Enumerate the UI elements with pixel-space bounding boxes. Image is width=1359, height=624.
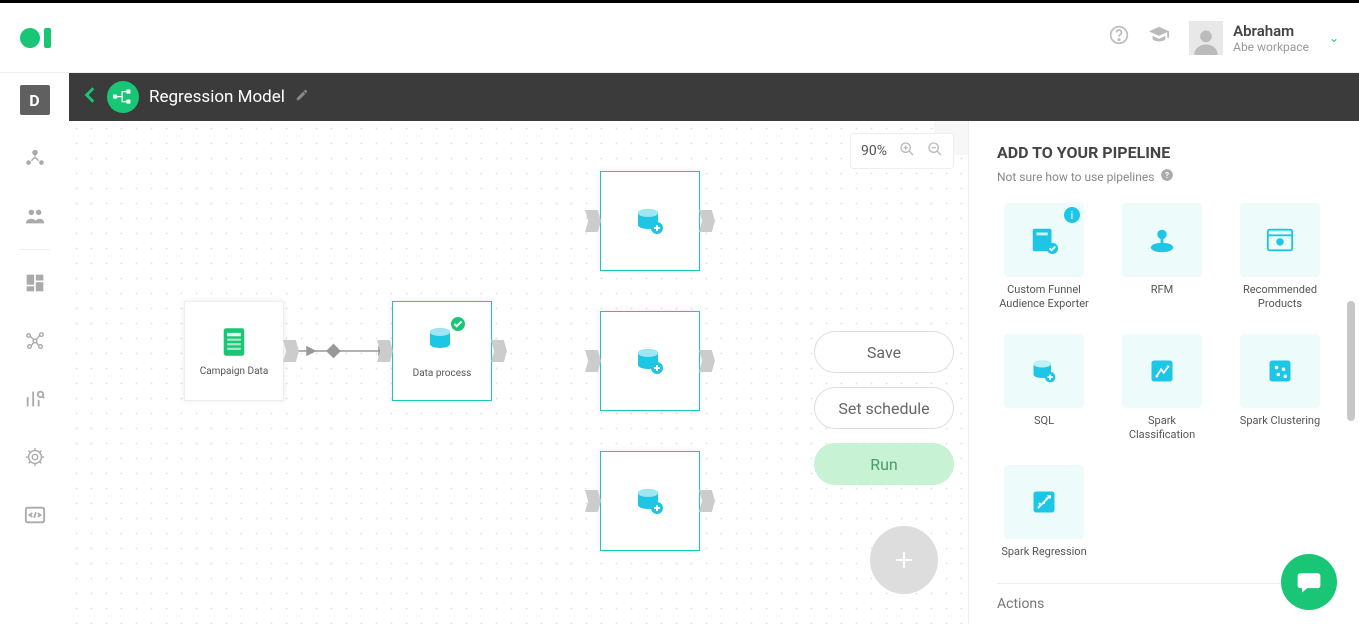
tile-label: Recommended Products	[1233, 283, 1327, 312]
avatar	[1189, 21, 1223, 55]
tile-label: Custom Funnel Audience Exporter	[997, 283, 1091, 312]
sidenav-segments-icon[interactable]	[20, 143, 50, 173]
tile-spark-regression[interactable]: Spark Regression	[997, 465, 1091, 575]
port-out[interactable]	[283, 340, 299, 362]
node-label: Data process	[413, 368, 472, 379]
info-icon: i	[1064, 207, 1080, 223]
user-workspace: Abe workpace	[1233, 40, 1309, 54]
section-actions[interactable]: Actions	[997, 583, 1331, 624]
sidenav-active[interactable]: D	[20, 85, 50, 115]
node-campaign-data[interactable]: Campaign Data	[184, 301, 284, 401]
logo[interactable]	[20, 28, 51, 48]
node-output-1[interactable]	[600, 171, 700, 271]
side-nav: D	[0, 73, 69, 624]
tile-label: RFM	[1151, 283, 1173, 309]
chevron-down-icon: ⌄	[1329, 31, 1339, 45]
content: Regression Model »	[69, 73, 1359, 624]
node-label: Campaign Data	[200, 366, 269, 377]
add-node-button[interactable]	[870, 526, 938, 594]
port-in[interactable]	[377, 340, 393, 362]
port-out[interactable]	[699, 210, 715, 232]
tile-rfm[interactable]: RFM	[1115, 203, 1209, 316]
pipeline-canvas[interactable]: » Campaign Data	[69, 121, 969, 624]
help-icon[interactable]	[1099, 25, 1139, 50]
tile-spark-clustering[interactable]: Spark Clustering	[1233, 334, 1327, 447]
run-button[interactable]: Run	[814, 443, 954, 485]
page-title: Regression Model	[149, 87, 285, 107]
node-output-3[interactable]	[600, 451, 700, 551]
tile-label: Spark Clustering	[1240, 414, 1320, 440]
sidenav-dashboard-icon[interactable]	[20, 268, 50, 298]
tile-spark-classification[interactable]: Spark Classification	[1115, 334, 1209, 447]
tile-label: Spark Regression	[1001, 545, 1086, 571]
sidenav-analytics-icon[interactable]	[20, 384, 50, 414]
sidenav-code-icon[interactable]	[20, 500, 50, 530]
user-name: Abraham	[1233, 22, 1309, 40]
sidenav-people-icon[interactable]	[20, 201, 50, 231]
tile-recommended-products[interactable]: Recommended Products	[1233, 203, 1327, 316]
set-schedule-button[interactable]: Set schedule	[814, 387, 954, 429]
tile-label: Spark Classification	[1115, 414, 1209, 443]
sidenav-ml-icon[interactable]	[20, 442, 50, 472]
learn-icon[interactable]	[1139, 24, 1179, 51]
tile-label: SQL	[1034, 414, 1054, 440]
chat-button[interactable]	[1281, 554, 1337, 610]
port-out[interactable]	[699, 350, 715, 372]
port-out[interactable]	[491, 340, 507, 362]
tile-sql[interactable]: SQL	[997, 334, 1091, 447]
svg-text:?: ?	[1165, 170, 1169, 180]
zoom-out-icon[interactable]	[927, 141, 943, 161]
user-menu[interactable]: Abraham Abe workpace ⌄	[1189, 21, 1339, 55]
add-to-pipeline-panel: ADD TO YOUR PIPELINE Not sure how to use…	[969, 121, 1359, 624]
app-header: Abraham Abe workpace ⌄	[0, 3, 1359, 73]
port-in[interactable]	[585, 210, 601, 232]
help-icon[interactable]: ?	[1160, 168, 1174, 185]
node-output-2[interactable]	[600, 311, 700, 411]
node-data-process[interactable]: Data process	[392, 301, 492, 401]
save-button[interactable]: Save	[814, 331, 954, 373]
port-in[interactable]	[585, 490, 601, 512]
port-in[interactable]	[585, 350, 601, 372]
zoom-in-icon[interactable]	[899, 141, 915, 161]
zoom-controls: 90%	[850, 133, 954, 169]
title-bar: Regression Model	[69, 73, 1359, 121]
zoom-level: 90%	[861, 143, 887, 159]
scrollbar[interactable]	[1347, 221, 1355, 594]
port-out[interactable]	[699, 490, 715, 512]
pipeline-icon	[107, 81, 139, 113]
sidenav-graph-icon[interactable]	[20, 326, 50, 356]
panel-subtitle: Not sure how to use pipelines	[997, 170, 1154, 184]
panel-title: ADD TO YOUR PIPELINE	[997, 143, 1331, 162]
tile-custom-funnel[interactable]: i Custom Funnel Audience Exporter	[997, 203, 1091, 316]
back-button[interactable]	[83, 85, 97, 109]
edit-icon[interactable]	[295, 88, 309, 106]
